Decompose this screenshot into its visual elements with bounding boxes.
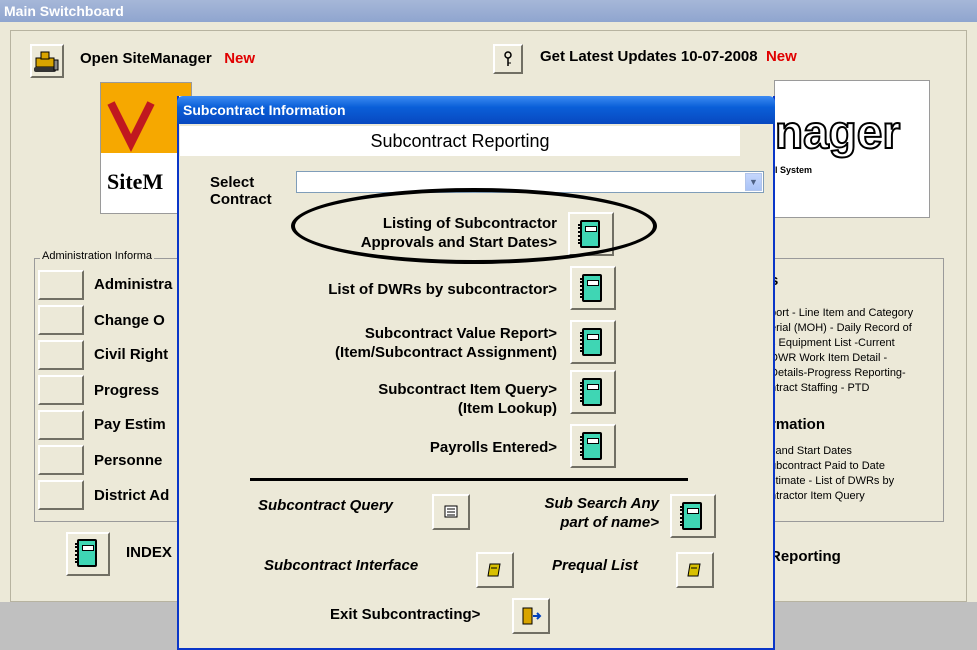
book-icon [580, 432, 602, 460]
chevron-down-icon[interactable]: ▼ [745, 173, 762, 191]
book-icon [580, 274, 602, 302]
civil-rights-button[interactable] [38, 340, 84, 370]
exit-door-icon [522, 607, 542, 625]
macro-icon [487, 563, 501, 577]
personnel-label: Personne [94, 452, 163, 469]
new-badge: New [224, 50, 256, 67]
form-icon [444, 505, 458, 518]
report-payrolls-button[interactable] [570, 424, 616, 468]
subcontract-interface-button[interactable] [476, 552, 514, 588]
open-sitemanager-label: Open SiteManager New [80, 50, 256, 67]
change-order-button[interactable] [38, 305, 84, 335]
district-admin-label: District Ad [94, 487, 170, 504]
progress-button[interactable] [38, 375, 84, 405]
report-value-button[interactable] [570, 320, 616, 364]
subcontract-interface-label: Subcontract Interface [264, 557, 419, 574]
change-order-label: Change O [94, 312, 165, 329]
get-updates-button[interactable] [493, 44, 523, 74]
district-admin-button[interactable] [38, 480, 84, 510]
new-badge: New [765, 48, 797, 65]
book-icon [580, 378, 602, 406]
right-line: stimate - List of DWRs by [770, 475, 895, 487]
logo-right-text: nager [774, 105, 901, 159]
report-dwrs-button[interactable] [570, 266, 616, 310]
right-line: s Equipment List -Current [770, 337, 895, 349]
book-icon [680, 502, 702, 530]
right-line: ntract Staffing - PTD [770, 382, 870, 394]
prequal-list-label: Prequal List [552, 557, 638, 574]
prequal-list-button[interactable] [676, 552, 714, 588]
logo-left-text: SiteM [107, 169, 164, 194]
highlight-ellipse [291, 188, 657, 264]
index-label: INDEX [126, 544, 172, 561]
report-item-query-label: Subcontract Item Query> (Item Lookup) [378, 381, 557, 417]
select-contract-label: Select Contract [210, 174, 272, 208]
civil-rights-label: Civil Right [94, 346, 169, 363]
report-item-query-button[interactable] [570, 370, 616, 414]
right-section-head-2: rmation [770, 416, 826, 433]
right-line: erial (MOH) - Daily Record of [770, 322, 912, 334]
right-line: DWR Work Item Detail - [770, 352, 888, 364]
right-line: Details-Progress Reporting- [770, 367, 906, 379]
exit-subcontracting-button[interactable] [512, 598, 550, 634]
right-line: port - Line Item and Category [770, 307, 914, 319]
report-value-label: Subcontract Value Report> (Item/Subcontra… [335, 325, 557, 361]
logo-right-subtext: l System [775, 165, 813, 175]
report-dwrs-label: List of DWRs by subcontractor> [328, 281, 557, 298]
open-sitemanager-button[interactable] [30, 44, 64, 78]
right-line: l and Start Dates [770, 445, 852, 457]
book-icon [75, 539, 97, 567]
index-button[interactable] [66, 532, 110, 576]
right-line: ubcontract Paid to Date [770, 460, 885, 472]
macro-icon [687, 563, 701, 577]
bulldozer-icon [34, 51, 59, 72]
exit-subcontracting-label: Exit Subcontracting> [330, 606, 481, 623]
personnel-button[interactable] [38, 445, 84, 475]
sub-search-label: Sub Search Any part of name> [544, 495, 659, 531]
main-window-title: Main Switchboard [0, 0, 977, 22]
book-icon [580, 328, 602, 356]
dialog-subtitle: Subcontract Reporting [180, 126, 740, 156]
admin-button[interactable] [38, 270, 84, 300]
administration-legend: Administration Informa [40, 250, 155, 262]
admin-label: Administra [94, 276, 173, 293]
subcontract-query-button[interactable] [432, 494, 470, 530]
sitemanager-logo-right: nager l System [774, 80, 930, 218]
subcontract-query-label: Subcontract Query [258, 497, 394, 514]
pay-estimate-button[interactable] [38, 410, 84, 440]
report-payrolls-label: Payrolls Entered> [429, 439, 557, 456]
pay-estimate-label: Pay Estim [94, 416, 166, 433]
separator-line [250, 478, 688, 481]
reporting-label: Reporting [770, 548, 841, 565]
right-line: ntractor Item Query [770, 490, 865, 502]
sub-search-button[interactable] [670, 494, 716, 538]
progress-label: Progress [94, 382, 160, 399]
get-updates-label: Get Latest Updates 10-07-2008 New [540, 48, 797, 65]
dialog-title: Subcontract Information [177, 96, 775, 124]
key-icon [504, 51, 512, 66]
